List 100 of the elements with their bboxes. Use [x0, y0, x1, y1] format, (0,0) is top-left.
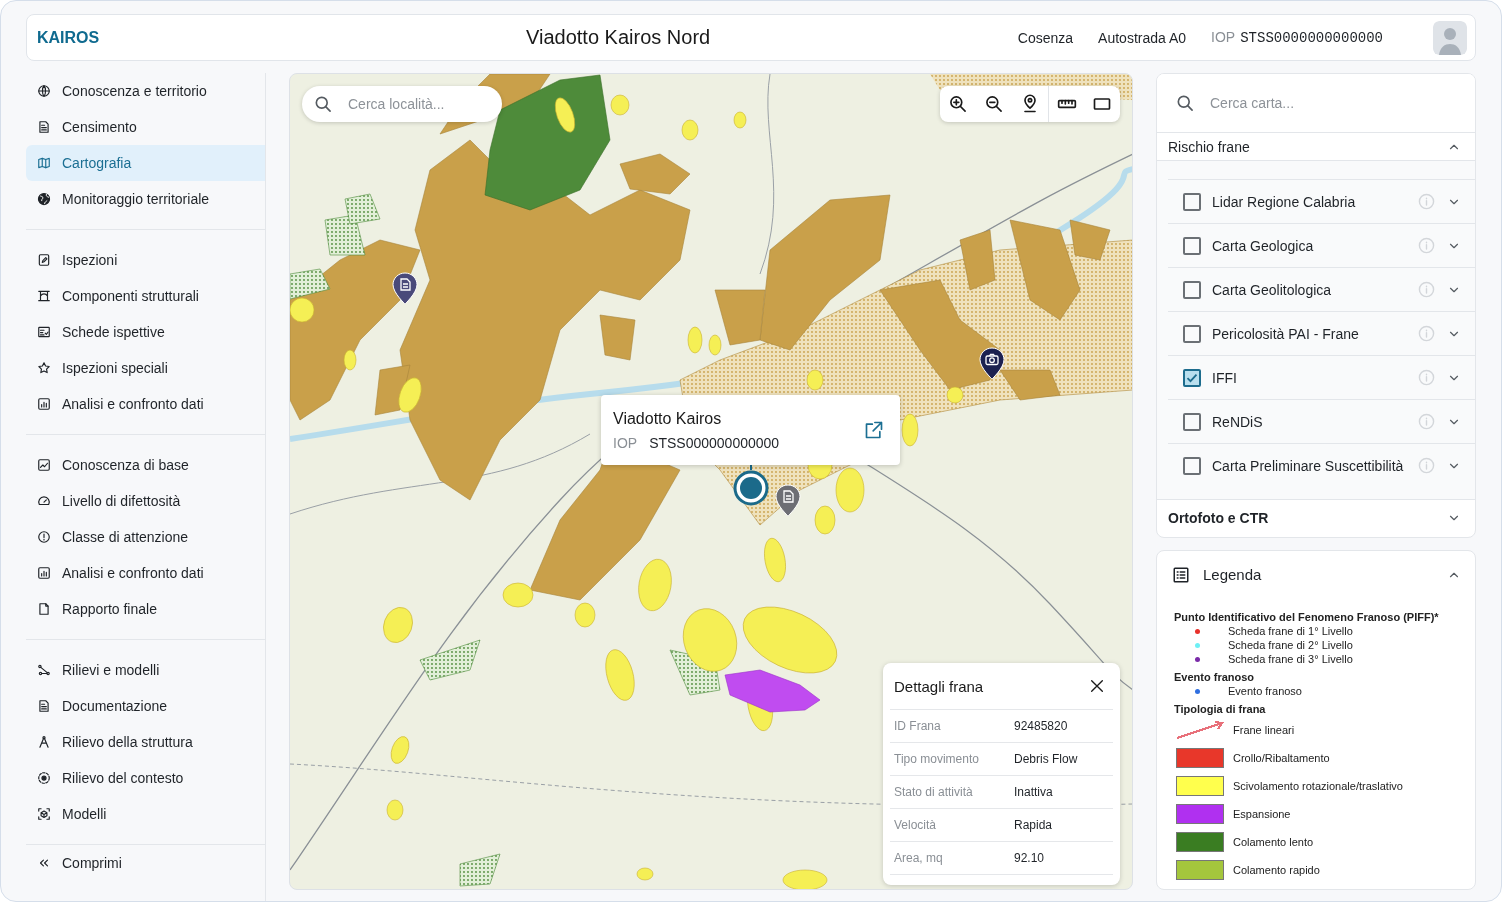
checklist-icon: [37, 325, 51, 339]
sidebar-item[interactable]: Rapporto finale: [26, 591, 265, 627]
layer-checkbox[interactable]: [1183, 192, 1201, 211]
sidebar-item[interactable]: Ispezioni speciali: [26, 350, 265, 386]
layer-checkbox[interactable]: [1183, 412, 1201, 431]
search-field[interactable]: Cerca carta...: [1157, 74, 1475, 133]
map-search-field[interactable]: Cerca località...: [302, 86, 502, 122]
document-pin-icon[interactable]: [392, 272, 418, 305]
landslide-area: [390, 736, 410, 764]
layer-label[interactable]: Carta Preliminare Suscettibilità: [1212, 457, 1404, 474]
sidebar-item[interactable]: Conoscenza e territorio: [26, 73, 265, 109]
panel-title: Dettagli frana: [894, 677, 984, 695]
legend-label: Colamento lento: [1233, 836, 1314, 848]
layer-checkbox[interactable]: [1183, 280, 1201, 299]
detail-value: Rapida: [1014, 818, 1054, 832]
landslide-area: [344, 193, 381, 225]
map-panel[interactable]: Cerca località... Viadotto Kairos IOP STSS000000000000 Dettagli frana ID Frana 92485820 Tipo movimento Debris Flow Stato di attività Inattiva Velocità Rapida Area, mq 92.10: [289, 73, 1133, 890]
landslide-area: [901, 413, 919, 447]
code-label: IOP: [1211, 29, 1236, 45]
legend-label: Colamento rapido: [1233, 864, 1320, 876]
bridge-icon: [37, 289, 51, 303]
legend-title: Legenda: [1203, 566, 1262, 583]
search-icon: [1175, 93, 1195, 113]
code-value: STSS000000000000: [649, 434, 780, 451]
bar-chart-icon: [37, 566, 51, 580]
nodes-icon: [37, 663, 51, 677]
section-title[interactable]: Ortofoto e CTR: [1168, 510, 1269, 526]
clipboard-edit-icon: [37, 253, 51, 267]
landslide-area: [459, 853, 501, 887]
landslide-area: [782, 869, 828, 889]
document-pin-icon[interactable]: [775, 484, 801, 517]
sidebar-item[interactable]: Monitoraggio territoriale: [26, 181, 265, 217]
layer-checkbox[interactable]: [1183, 324, 1201, 343]
sidebar-item[interactable]: Rilievo della struttura: [26, 724, 265, 760]
document-icon: [37, 120, 51, 134]
sidebar-item[interactable]: Schede ispettive: [26, 314, 265, 350]
legend-label: Scivolamento rotazionale/traslativo: [1233, 780, 1403, 792]
landslide-area: [806, 369, 824, 391]
gauge-icon: [37, 494, 51, 508]
collapse-button[interactable]: Comprimi: [26, 845, 265, 881]
document-icon: [37, 699, 51, 713]
legend-label: Crollo/Ribaltamento: [1233, 752, 1330, 764]
detail-label: Stato di attività: [894, 785, 974, 799]
layer-label[interactable]: Carta Geolitologica: [1212, 281, 1332, 298]
logo-text[interactable]: KAIROS: [37, 28, 100, 46]
sidebar-item[interactable]: Documentazione: [26, 688, 265, 724]
page-title: Viadotto Kairos Nord: [526, 26, 711, 49]
landslide-area: [636, 867, 654, 881]
landslide-area: [383, 607, 413, 643]
layer-label[interactable]: Lidar Regione Calabria: [1212, 193, 1356, 210]
sidebar-item[interactable]: Ispezioni: [26, 242, 265, 278]
layer-label[interactable]: Carta Geologica: [1212, 237, 1314, 254]
cube-scan-icon: [37, 807, 51, 821]
sidebar-item[interactable]: Componenti strutturali: [26, 278, 265, 314]
sidebar-item[interactable]: Censimento: [26, 109, 265, 145]
external-link-icon[interactable]: [864, 420, 884, 440]
landslide-area: [574, 602, 596, 628]
landslide-area: [502, 582, 534, 608]
zoom-in-icon: [948, 94, 968, 114]
landslide-area: [733, 111, 747, 129]
landslide-area: [638, 558, 672, 612]
detail-label: Tipo movimento: [894, 752, 980, 766]
sidebar-item[interactable]: Cartografia: [26, 145, 265, 181]
close-icon[interactable]: [1089, 678, 1105, 694]
detail-label: Velocità: [894, 818, 938, 832]
province-text: Cosenza: [1017, 29, 1074, 46]
globe-icon: [37, 192, 51, 206]
detail-value: 92485820: [1014, 719, 1069, 733]
layer-checkbox[interactable]: [1183, 456, 1201, 475]
list-icon: [1172, 565, 1190, 584]
star-icon: [37, 361, 51, 375]
map-icon: [37, 156, 51, 170]
sidebar-item[interactable]: Conoscenza di base: [26, 447, 265, 483]
layer-checkbox[interactable]: [1183, 368, 1201, 387]
layer-label[interactable]: ReNDiS: [1212, 413, 1263, 430]
zoom-out-icon: [984, 94, 1004, 114]
search-icon: [313, 94, 333, 114]
bar-chart-icon: [37, 397, 51, 411]
detail-value: Debris Flow: [1014, 752, 1079, 766]
sidebar-item[interactable]: Analisi e confronto dati: [26, 555, 265, 591]
legend-heading: Punto Identificativo del Fenomeno Franoso (PIFF)*: [1174, 610, 1440, 624]
layer-label[interactable]: IFFI: [1212, 369, 1237, 386]
double-chevron-icon: [37, 856, 51, 870]
code-label: IOP: [613, 434, 638, 451]
line-chart-icon: [37, 458, 51, 472]
file-icon: [37, 602, 51, 616]
sidebar-item[interactable]: Rilievo del contesto: [26, 760, 265, 796]
sidebar-item[interactable]: Classe di attenzione: [26, 519, 265, 555]
sidebar-item[interactable]: Analisi e confronto dati: [26, 386, 265, 422]
landslide-area: [386, 799, 404, 821]
camera-pin-icon[interactable]: [979, 347, 1005, 380]
legend-label: Espansione: [1233, 808, 1291, 820]
section-title[interactable]: Rischio frane: [1168, 138, 1250, 155]
layer-checkbox[interactable]: [1183, 236, 1201, 255]
sidebar-item[interactable]: Livello di difettosità: [26, 483, 265, 519]
sidebar-item[interactable]: Rilievi e modelli: [26, 652, 265, 688]
sidebar-item[interactable]: Modelli: [26, 796, 265, 832]
globe-icon: [37, 84, 51, 98]
layer-label[interactable]: Pericolosità PAI - Frane: [1212, 325, 1359, 342]
detail-value: 92.10: [1014, 851, 1046, 865]
